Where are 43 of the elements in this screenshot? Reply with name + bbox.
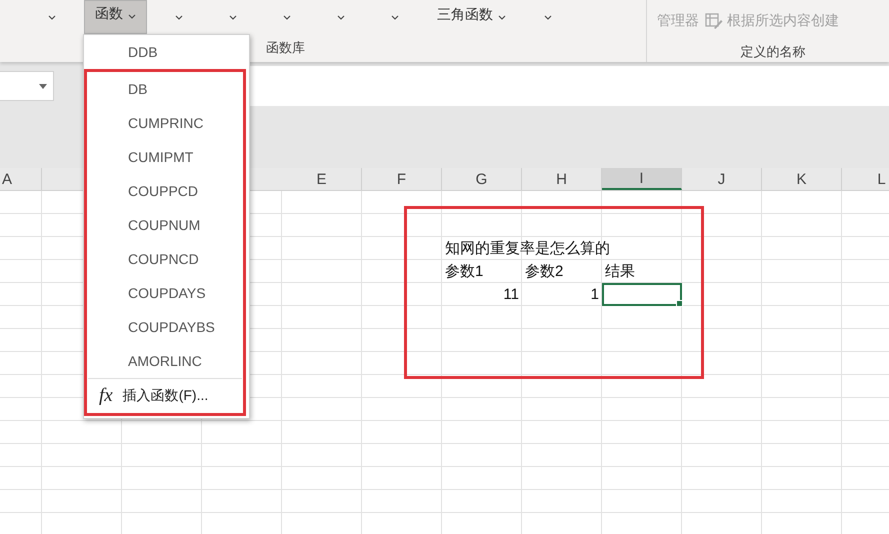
group-label: 定义的名称	[740, 43, 806, 61]
chevron-down-icon	[337, 15, 345, 20]
group-label: 函数库	[266, 39, 305, 57]
table-pencil-icon	[705, 12, 723, 30]
column-header[interactable]: E	[282, 168, 362, 190]
column-header[interactable]: I	[602, 168, 682, 190]
column-header[interactable]: G	[442, 168, 522, 190]
column-header[interactable]: K	[762, 168, 842, 190]
menu-item[interactable]: COUPNCD	[87, 242, 243, 276]
cell-text: 参数1	[444, 262, 484, 282]
chevron-down-icon	[175, 15, 183, 20]
selected-cell[interactable]	[602, 283, 682, 306]
chevron-down-icon	[544, 15, 552, 20]
chevron-down-icon	[229, 15, 237, 20]
ribbon-dropdown-button[interactable]: 函数	[84, 0, 147, 34]
menu-item[interactable]: CUMIPMT	[87, 140, 243, 174]
column-header[interactable]: A	[0, 168, 42, 190]
menu-item[interactable]: COUPNUM	[87, 208, 243, 242]
cell-number: 1	[590, 285, 600, 305]
menu-item[interactable]: DDB	[84, 35, 249, 69]
menu-item[interactable]: COUPDAYS	[87, 276, 243, 310]
menu-item[interactable]: COUPDAYBS	[87, 310, 243, 344]
fx-icon: fx	[99, 385, 113, 407]
ribbon-dropdown-button[interactable]: 三角函数	[427, 0, 516, 34]
chevron-down-icon	[48, 15, 56, 20]
insert-function-menu-item[interactable]: 插入函数(F)...	[122, 387, 208, 405]
column-header[interactable]: L	[842, 168, 889, 190]
menu-item[interactable]: COUPPCD	[87, 174, 243, 208]
menu-item[interactable]: AMORLINC	[87, 344, 243, 378]
cell-text: 知网的重复率是怎么算的	[444, 239, 611, 259]
column-header[interactable]: J	[682, 168, 762, 190]
cell-text: 参数2	[524, 262, 564, 282]
menu-item[interactable]: DB	[87, 72, 243, 106]
menu-item[interactable]: CUMPRINC	[87, 106, 243, 140]
chevron-down-icon	[283, 15, 291, 20]
chevron-down-icon	[391, 15, 399, 20]
column-header[interactable]: F	[362, 168, 442, 190]
dropdown-arrow-icon	[39, 84, 47, 88]
cell-text: 结果	[604, 262, 636, 282]
chevron-down-icon	[498, 15, 506, 20]
cell-number: 11	[502, 285, 520, 305]
chevron-down-icon	[128, 14, 136, 19]
name-box[interactable]	[0, 71, 54, 101]
